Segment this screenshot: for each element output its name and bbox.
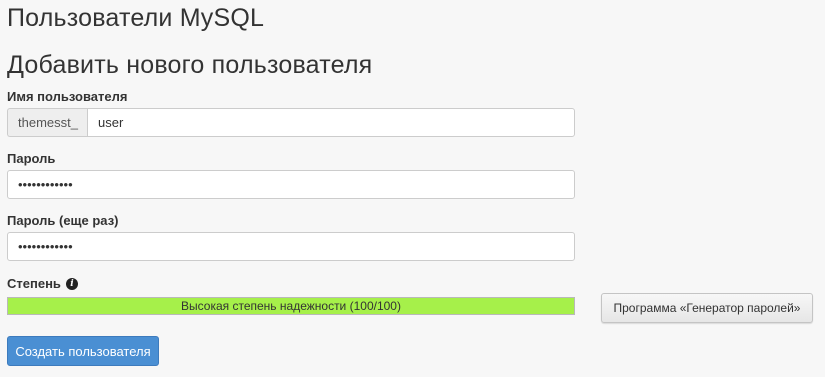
password-repeat-label: Пароль (еще раз) — [7, 213, 119, 228]
section-title: Добавить нового пользователя — [7, 51, 373, 79]
password-input[interactable] — [7, 170, 575, 199]
page-title: Пользователи MySQL — [7, 4, 265, 32]
password-generator-button[interactable]: Программа «Генератор паролей» — [601, 293, 813, 323]
username-input-group: themesst_ — [7, 108, 575, 137]
strength-label-row: Степень i — [7, 276, 78, 291]
username-label: Имя пользователя — [7, 89, 128, 104]
create-user-button[interactable]: Создать пользователя — [7, 336, 159, 366]
strength-label: Степень — [7, 276, 61, 291]
username-prefix: themesst_ — [7, 108, 87, 137]
info-icon[interactable]: i — [65, 277, 78, 290]
mysql-users-page: Пользователи MySQL Добавить нового польз… — [0, 0, 825, 377]
password-repeat-input[interactable] — [7, 232, 575, 261]
username-input[interactable] — [87, 108, 575, 137]
password-strength-meter: Высокая степень надежности (100/100) — [7, 297, 575, 315]
password-label: Пароль — [7, 151, 56, 166]
strength-text: Высокая степень надежности (100/100) — [181, 299, 401, 313]
